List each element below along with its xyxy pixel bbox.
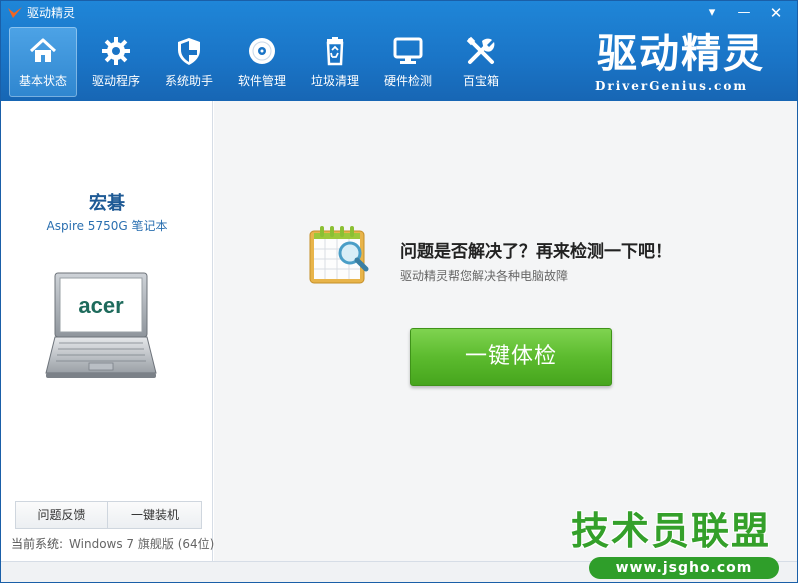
close-button[interactable]: ✕	[763, 3, 789, 23]
tab-label: 百宝箱	[462, 74, 499, 88]
tab-software[interactable]: 软件管理	[228, 27, 296, 97]
recycle-bin-icon	[326, 37, 344, 66]
device-model: Aspire 5750G 笔记本	[46, 219, 168, 233]
main-headline: 问题是否解决了？再来检测一下吧！	[400, 242, 672, 262]
tab-basic-status[interactable]: 基本状态	[9, 27, 77, 97]
brand-logo-cn: 驱动精灵	[597, 31, 765, 77]
header: 驱动精灵 ▾ — ✕ 基本状态 驱动程序 系统助手 软件管理 垃圾清理 硬件检测…	[1, 1, 797, 101]
watermark: 技术员联盟 www.jsgho.com	[567, 509, 797, 582]
tab-system-helper[interactable]: 系统助手	[155, 27, 223, 97]
tab-cleanup[interactable]: 垃圾清理	[301, 27, 369, 97]
one-click-checkup-button[interactable]: 一键体检	[410, 328, 612, 386]
home-icon	[29, 38, 57, 62]
tab-label: 垃圾清理	[310, 74, 359, 88]
feedback-button[interactable]: 问题反馈	[16, 502, 108, 528]
app-window: 驱动精灵 ▾ — ✕ 基本状态 驱动程序 系统助手 软件管理 垃圾清理 硬件检测…	[0, 0, 798, 583]
tab-label: 硬件检测	[383, 74, 432, 88]
laptop-logo: acer	[78, 293, 124, 318]
main-panel: 问题是否解决了？再来检测一下吧！ 驱动精灵帮您解决各种电脑故障 一键体检	[214, 101, 797, 561]
menu-button[interactable]: ▾	[699, 3, 725, 23]
gear-icon	[102, 37, 130, 65]
current-system-value: Windows 7 旗舰版 (64位)	[69, 537, 215, 551]
title-bar: 驱动精灵 ▾ — ✕	[1, 1, 797, 25]
disc-icon	[249, 38, 275, 64]
tab-label: 软件管理	[237, 74, 286, 88]
minimize-button[interactable]: —	[731, 3, 757, 23]
device-brand: 宏碁	[89, 193, 125, 214]
tab-label: 系统助手	[164, 74, 213, 88]
current-system: 当前系统: Windows 7 旗舰版 (64位)	[11, 535, 214, 552]
current-system-label: 当前系统:	[11, 537, 64, 551]
watermark-text: 技术员联盟	[571, 509, 772, 553]
left-button-bar: 问题反馈 一键装机	[15, 501, 202, 529]
tab-hardware[interactable]: 硬件检测	[374, 27, 442, 97]
app-logo-icon	[8, 7, 22, 18]
watermark-url: www.jsgho.com	[589, 557, 779, 579]
tab-label: 驱动程序	[91, 74, 140, 88]
one-click-install-button[interactable]: 一键装机	[109, 502, 201, 528]
tab-label: 基本状态	[18, 74, 67, 88]
brand-logo-en: DriverGenius.com	[595, 79, 749, 93]
tools-icon	[466, 36, 495, 64]
laptop-icon: acer	[45, 272, 157, 378]
device-panel: 宏碁 Aspire 5750G 笔记本 acer 问题反馈 一键装机 当前系统:…	[1, 101, 214, 561]
shield-icon	[178, 38, 200, 65]
tab-toolbox[interactable]: 百宝箱	[447, 27, 515, 97]
monitor-icon	[393, 37, 423, 64]
brand-logo: 驱动精灵 DriverGenius.com	[591, 31, 771, 97]
window-title: 驱动精灵	[27, 6, 76, 20]
calendar-search-icon	[309, 226, 369, 284]
tab-drivers[interactable]: 驱动程序	[82, 27, 150, 97]
main-subline: 驱动精灵帮您解决各种电脑故障	[400, 269, 569, 283]
